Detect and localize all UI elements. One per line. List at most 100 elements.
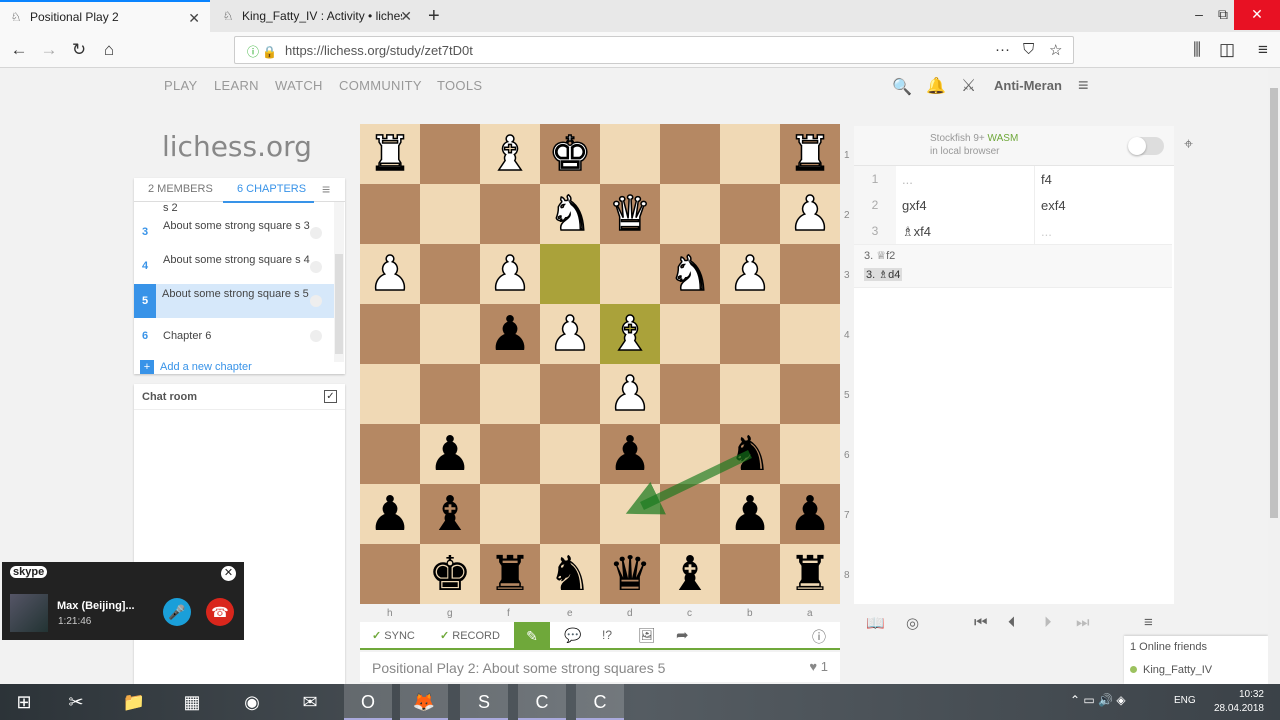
page-scrollbar[interactable]	[1268, 68, 1280, 684]
rank-label: 2	[844, 210, 850, 221]
call-duration: 1:21:46	[58, 616, 92, 627]
engine-toggle[interactable]	[1128, 137, 1164, 155]
tags-icon[interactable]: ✎	[514, 622, 550, 650]
info-icon[interactable]: ⓘ	[812, 627, 826, 647]
back-icon[interactable]: ←	[8, 40, 30, 60]
notification-bell-icon[interactable]: 🔔	[926, 76, 946, 96]
variation-move[interactable]: 3. ♕f2	[864, 249, 895, 262]
folder-icon[interactable]: 📁	[110, 684, 158, 720]
prev-move-icon[interactable]: ⏴	[1008, 614, 1016, 631]
site-logo[interactable]: lichess.org	[162, 130, 312, 163]
sync-button[interactable]: ✓ SYNC	[372, 629, 415, 642]
microphone-icon[interactable]: 🎤	[163, 598, 191, 626]
bookmark-star-icon[interactable]: ☆	[1049, 41, 1062, 59]
clock[interactable]: 10:32 28.04.2018	[1214, 688, 1264, 716]
close-tab-icon[interactable]: ✕	[400, 8, 412, 25]
close-window-button[interactable]: ✕	[1234, 0, 1280, 30]
hamburger-menu-icon[interactable]: ≡	[1078, 75, 1089, 96]
calculator-icon[interactable]: ▦	[168, 684, 216, 720]
rank-label: 6	[844, 450, 850, 461]
chapter-item-selected[interactable]: 5 About some strong square s 5	[134, 284, 334, 318]
opera-icon[interactable]: O	[344, 684, 392, 720]
last-move-icon[interactable]: ⏭	[1076, 614, 1090, 631]
app-icon[interactable]: ✂	[52, 684, 100, 720]
rank-label: 5	[844, 390, 850, 401]
add-chapter-button[interactable]: + Add a new chapter	[140, 360, 252, 374]
study-menu-icon[interactable]: ≡	[322, 181, 330, 197]
pocket-icon[interactable]: ⛉	[1023, 41, 1034, 58]
caller-name: Max (Beijing]...	[57, 600, 135, 612]
forward-icon[interactable]: →	[38, 40, 60, 60]
new-tab-button[interactable]: +	[428, 5, 440, 28]
move-black[interactable]: ...	[1041, 224, 1052, 239]
move-black[interactable]: exf4	[1041, 198, 1066, 213]
online-friends-title[interactable]: 1 Online friends	[1130, 641, 1207, 653]
chapters-scrollbar[interactable]	[334, 202, 344, 362]
search-icon[interactable]: 🔍	[892, 77, 912, 97]
practice-icon[interactable]: ◎	[906, 614, 919, 632]
tray-icons[interactable]: ⌃ ▭ 🔊 ◈	[1070, 693, 1126, 707]
windows-start-icon[interactable]: ⊞	[0, 684, 48, 720]
reload-icon[interactable]: ↻	[68, 40, 90, 60]
close-tab-icon[interactable]: ✕	[188, 10, 200, 27]
nav-tools[interactable]: TOOLS	[437, 78, 482, 93]
chat-toggle-checkbox[interactable]: ✓	[324, 390, 337, 403]
variation-move-active[interactable]: 3. ♗d4	[864, 268, 903, 281]
variation-box: 3. ♕f2 3. ♗d4	[854, 244, 1172, 288]
share-icon[interactable]: ➦	[676, 626, 689, 644]
chapter-item[interactable]: s 2	[134, 202, 334, 214]
skype-icon[interactable]: S	[460, 684, 508, 720]
browser-tab-active[interactable]: ♘ Positional Play 2 ✕	[0, 0, 210, 32]
move-white[interactable]: ...	[902, 172, 913, 187]
nav-play[interactable]: PLAY	[164, 78, 197, 93]
nav-community[interactable]: COMMUNITY	[339, 78, 422, 93]
rank-label: 3	[844, 270, 850, 281]
move-black[interactable]: f4	[1041, 172, 1052, 187]
camtasia-recorder-icon[interactable]: C	[576, 684, 624, 720]
opening-book-icon[interactable]: 📖	[866, 614, 885, 632]
chapter-item[interactable]: 4 About some strong square s 4	[134, 252, 334, 280]
challenge-icon[interactable]: ⚔	[961, 76, 976, 96]
record-button[interactable]: ✓ RECORD	[440, 629, 500, 642]
first-move-icon[interactable]: ⏮	[974, 614, 988, 631]
tab-chapters[interactable]: 6 CHAPTERS	[237, 183, 306, 195]
friend-item[interactable]: King_Fatty_IV	[1130, 664, 1212, 676]
study-tabs: 2 MEMBERS 6 CHAPTERS ≡	[134, 178, 345, 203]
rank-label: 7	[844, 510, 850, 521]
like-button[interactable]: ♥ 1	[809, 659, 828, 674]
engine-settings-icon[interactable]: ⌖	[1184, 136, 1193, 154]
sidebar-icon[interactable]: ◫	[1216, 40, 1238, 60]
glyph-annotation-icon[interactable]: !?	[602, 628, 612, 642]
chapter-status-icon	[310, 261, 322, 273]
chapter-item[interactable]: 3 About some strong square s 3	[134, 218, 334, 246]
file-label: c	[687, 608, 692, 619]
move-arrow	[625, 449, 752, 515]
library-icon[interactable]: ⫼	[1186, 40, 1208, 60]
nav-learn[interactable]: LEARN	[214, 78, 259, 93]
username-link[interactable]: Anti-Meran	[994, 78, 1062, 93]
address-bar[interactable]: ⓘ 🔒 https://lichess.org/study/zet7tD0t ·…	[234, 36, 1074, 64]
move-white[interactable]: ♗xf4	[902, 224, 931, 240]
language-indicator[interactable]: ENG	[1174, 695, 1196, 706]
menu-icon[interactable]: ≡	[1252, 40, 1274, 60]
camtasia-icon[interactable]: C	[518, 684, 566, 720]
chat-room-title: Chat room	[134, 384, 345, 410]
comment-icon[interactable]: 💬	[564, 627, 581, 644]
next-move-icon[interactable]: ⏵	[1044, 614, 1052, 631]
image-icon[interactable]: 🖼	[638, 627, 656, 644]
firefox-icon[interactable]: 🦊	[400, 684, 448, 720]
chapter-item[interactable]: 6 Chapter 6	[134, 328, 334, 344]
move-white[interactable]: gxf4	[902, 198, 927, 213]
browser-tab[interactable]: ♘ King_Fatty_IV : Activity • liches ✕	[212, 0, 422, 32]
file-label: g	[447, 608, 453, 619]
nav-watch[interactable]: WATCH	[275, 78, 323, 93]
file-label: a	[807, 608, 813, 619]
hang-up-icon[interactable]: ☎	[206, 598, 234, 626]
analysis-menu-icon[interactable]: ≡	[1144, 614, 1153, 631]
page-actions-icon[interactable]: ···	[995, 41, 1010, 58]
chrome-icon[interactable]: ◉	[228, 684, 276, 720]
tab-members[interactable]: 2 MEMBERS	[148, 183, 213, 195]
close-icon[interactable]: ✕	[221, 566, 236, 581]
home-icon[interactable]: ⌂	[98, 40, 120, 60]
mail-icon[interactable]: ✉	[286, 684, 334, 720]
